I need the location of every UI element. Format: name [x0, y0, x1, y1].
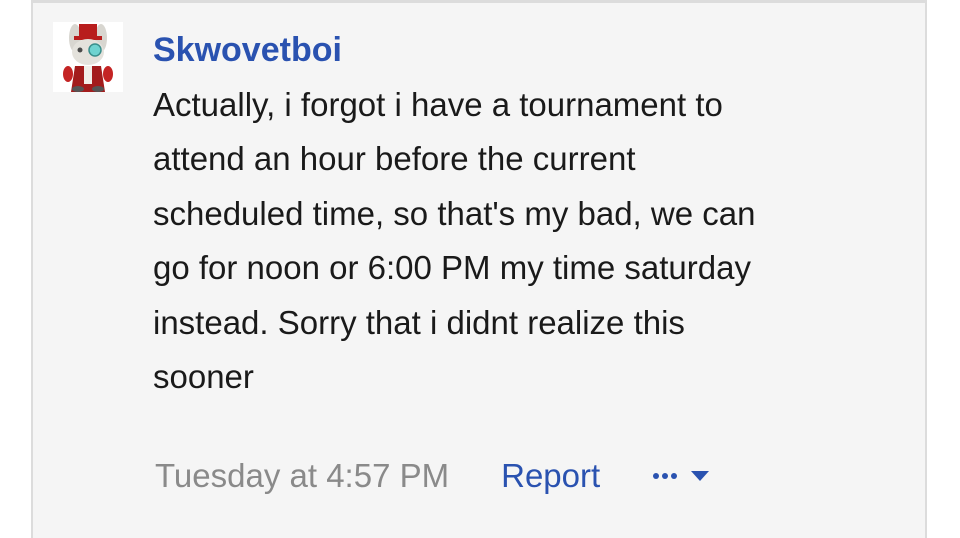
message-line: sooner: [153, 358, 254, 396]
message-body: Actually, i forgot i have a tournament t…: [153, 78, 913, 404]
report-link[interactable]: Report: [501, 457, 600, 495]
message-line: attend an hour before the current: [153, 140, 636, 178]
bunny-mascot-avatar-icon: [53, 22, 123, 92]
more-options-button[interactable]: [652, 469, 710, 483]
avatar[interactable]: [53, 22, 123, 92]
message-line: instead. Sorry that i didnt realize this: [153, 303, 685, 341]
message-line: scheduled time, so that's my bad, we can: [153, 194, 756, 232]
post-footer: Tuesday at 4:57 PM Report: [155, 453, 710, 499]
caret-down-icon: [691, 471, 710, 481]
username-link[interactable]: Skwovetboi: [153, 30, 342, 70]
post-timestamp[interactable]: Tuesday at 4:57 PM: [155, 457, 449, 495]
message-line: Actually, i forgot i have a tournament t…: [153, 86, 723, 123]
more-options-dots-icon: [653, 473, 678, 479]
message-line: go for noon or 6:00 PM my time saturday: [153, 249, 751, 287]
